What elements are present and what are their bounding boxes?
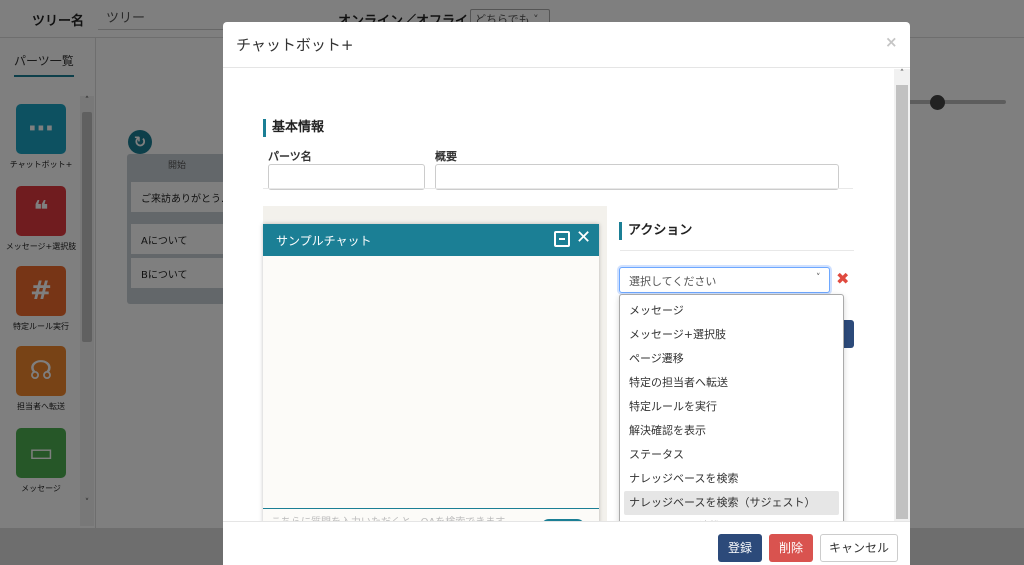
cancel-button[interactable]: キャンセル (820, 534, 898, 562)
action-heading: アクション (619, 222, 692, 240)
minimize-icon[interactable] (554, 231, 570, 247)
part-name-input[interactable] (268, 164, 425, 190)
basic-info-heading: 基本情報 (263, 119, 324, 137)
chat-input[interactable]: こちらに質問を入力いただくと、QAを検索できます。 (271, 513, 514, 521)
chat-title: サンプルチャット (276, 234, 372, 248)
scrollbar-thumb[interactable] (896, 85, 908, 519)
action-divider (620, 250, 854, 251)
dropdown-option[interactable]: 解決確認を表示 (620, 419, 843, 443)
chat-close-icon[interactable]: ✕ (576, 227, 591, 248)
modal-header: チャットボット+ × (223, 22, 910, 68)
action-dropdown-list: メッセージ メッセージ+選択肢 ページ遷移 特定の担当者へ転送 特定ルールを実行 解決確認… (619, 294, 844, 521)
dropdown-option[interactable]: ナレッジベースを検索（サジェスト） (624, 491, 839, 515)
dropdown-option[interactable]: ステータス (620, 443, 843, 467)
remove-action-icon[interactable]: ✖ (836, 269, 849, 288)
dropdown-option[interactable]: 特定の担当者へ転送 (620, 371, 843, 395)
chat-input-border (263, 508, 599, 509)
dropdown-option[interactable]: ページ遷移 (620, 347, 843, 371)
dropdown-option[interactable]: ナレッジベースを検索 (620, 467, 843, 491)
chatbot-modal: チャットボット+ × 基本情報 パーツ名 概要 サンプルチャット ✕ こちらに質… (223, 22, 910, 565)
dropdown-option[interactable]: 特定ルールを実行 (620, 395, 843, 419)
chat-header: サンプルチャット ✕ (263, 224, 599, 256)
modal-title: チャットボット+ (236, 36, 354, 54)
section-divider (263, 188, 853, 189)
dropdown-option[interactable]: メッセージ (620, 299, 843, 323)
action-select[interactable]: 選択してください ˅ (619, 267, 830, 293)
summary-input[interactable] (435, 164, 839, 190)
action-select-value: 選択してください (629, 275, 717, 288)
chevron-down-icon: ˅ (816, 273, 821, 283)
dropdown-option[interactable]: メッセージ+選択肢 (620, 323, 843, 347)
modal-scrollbar[interactable]: ˄ (894, 69, 910, 521)
delete-button[interactable]: 削除 (769, 534, 813, 562)
summary-label: 概要 (435, 150, 457, 163)
modal-footer: 登録 削除 キャンセル (223, 521, 910, 565)
sample-chat-window: サンプルチャット ✕ こちらに質問を入力いただくと、QAを検索できます。 (263, 224, 599, 521)
register-button[interactable]: 登録 (718, 534, 762, 562)
close-icon[interactable]: × (885, 33, 898, 51)
chevron-up-icon[interactable]: ˄ (894, 69, 910, 83)
modal-body: 基本情報 パーツ名 概要 サンプルチャット ✕ こちらに質問を入力いただくと、Q… (223, 69, 894, 521)
part-name-label: パーツ名 (268, 150, 312, 163)
